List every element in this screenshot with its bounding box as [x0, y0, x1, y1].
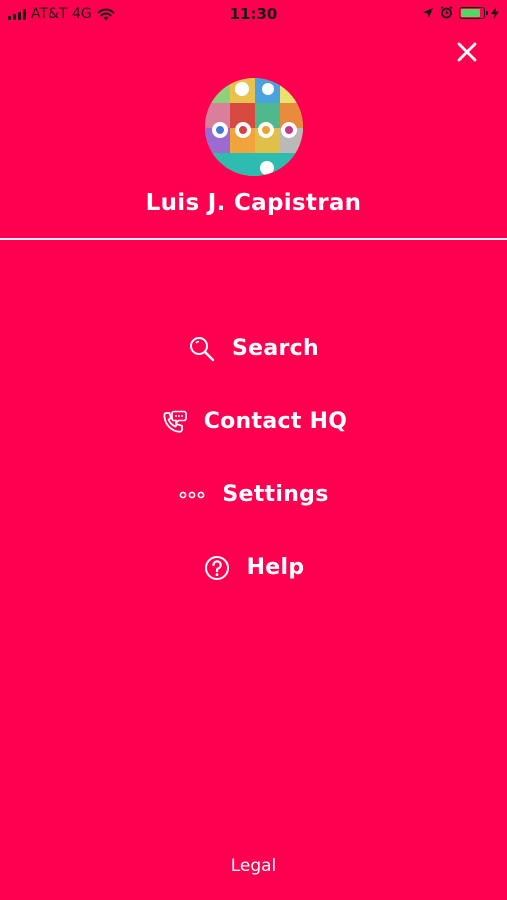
- side-menu-screen: AT&T 4G 11:30 Luis J. Capistran Search C…: [0, 0, 507, 900]
- status-right: [422, 6, 499, 19]
- menu-item-help[interactable]: Help: [0, 531, 507, 604]
- menu-list: Search Contact HQ Settings Help: [0, 312, 507, 604]
- question-circle-icon: [204, 555, 229, 580]
- battery-fill: [461, 8, 480, 17]
- status-bar: AT&T 4G 11:30: [0, 0, 507, 30]
- avatar[interactable]: [205, 78, 303, 176]
- legal-link[interactable]: Legal: [0, 856, 507, 876]
- menu-item-label: Settings: [222, 482, 329, 507]
- close-icon: [457, 42, 477, 62]
- close-button[interactable]: [453, 38, 481, 66]
- menu-item-search[interactable]: Search: [0, 312, 507, 385]
- phone-chat-icon: [163, 410, 187, 433]
- user-name: Luis J. Capistran: [145, 190, 362, 216]
- header-divider: [0, 238, 507, 240]
- menu-item-settings[interactable]: Settings: [0, 458, 507, 531]
- menu-item-label: Help: [246, 555, 305, 580]
- menu-item-contact-hq[interactable]: Contact HQ: [0, 385, 507, 458]
- avatar-collage-image: [205, 78, 303, 176]
- location-arrow-icon: [423, 7, 433, 18]
- menu-item-label: Search: [232, 336, 319, 361]
- search-icon: [190, 336, 215, 361]
- menu-item-label: Contact HQ: [203, 409, 348, 434]
- charging-bolt-icon: [491, 6, 499, 19]
- battery-icon: [459, 6, 488, 19]
- alarm-icon: [440, 6, 453, 19]
- dots-icon: [179, 491, 205, 498]
